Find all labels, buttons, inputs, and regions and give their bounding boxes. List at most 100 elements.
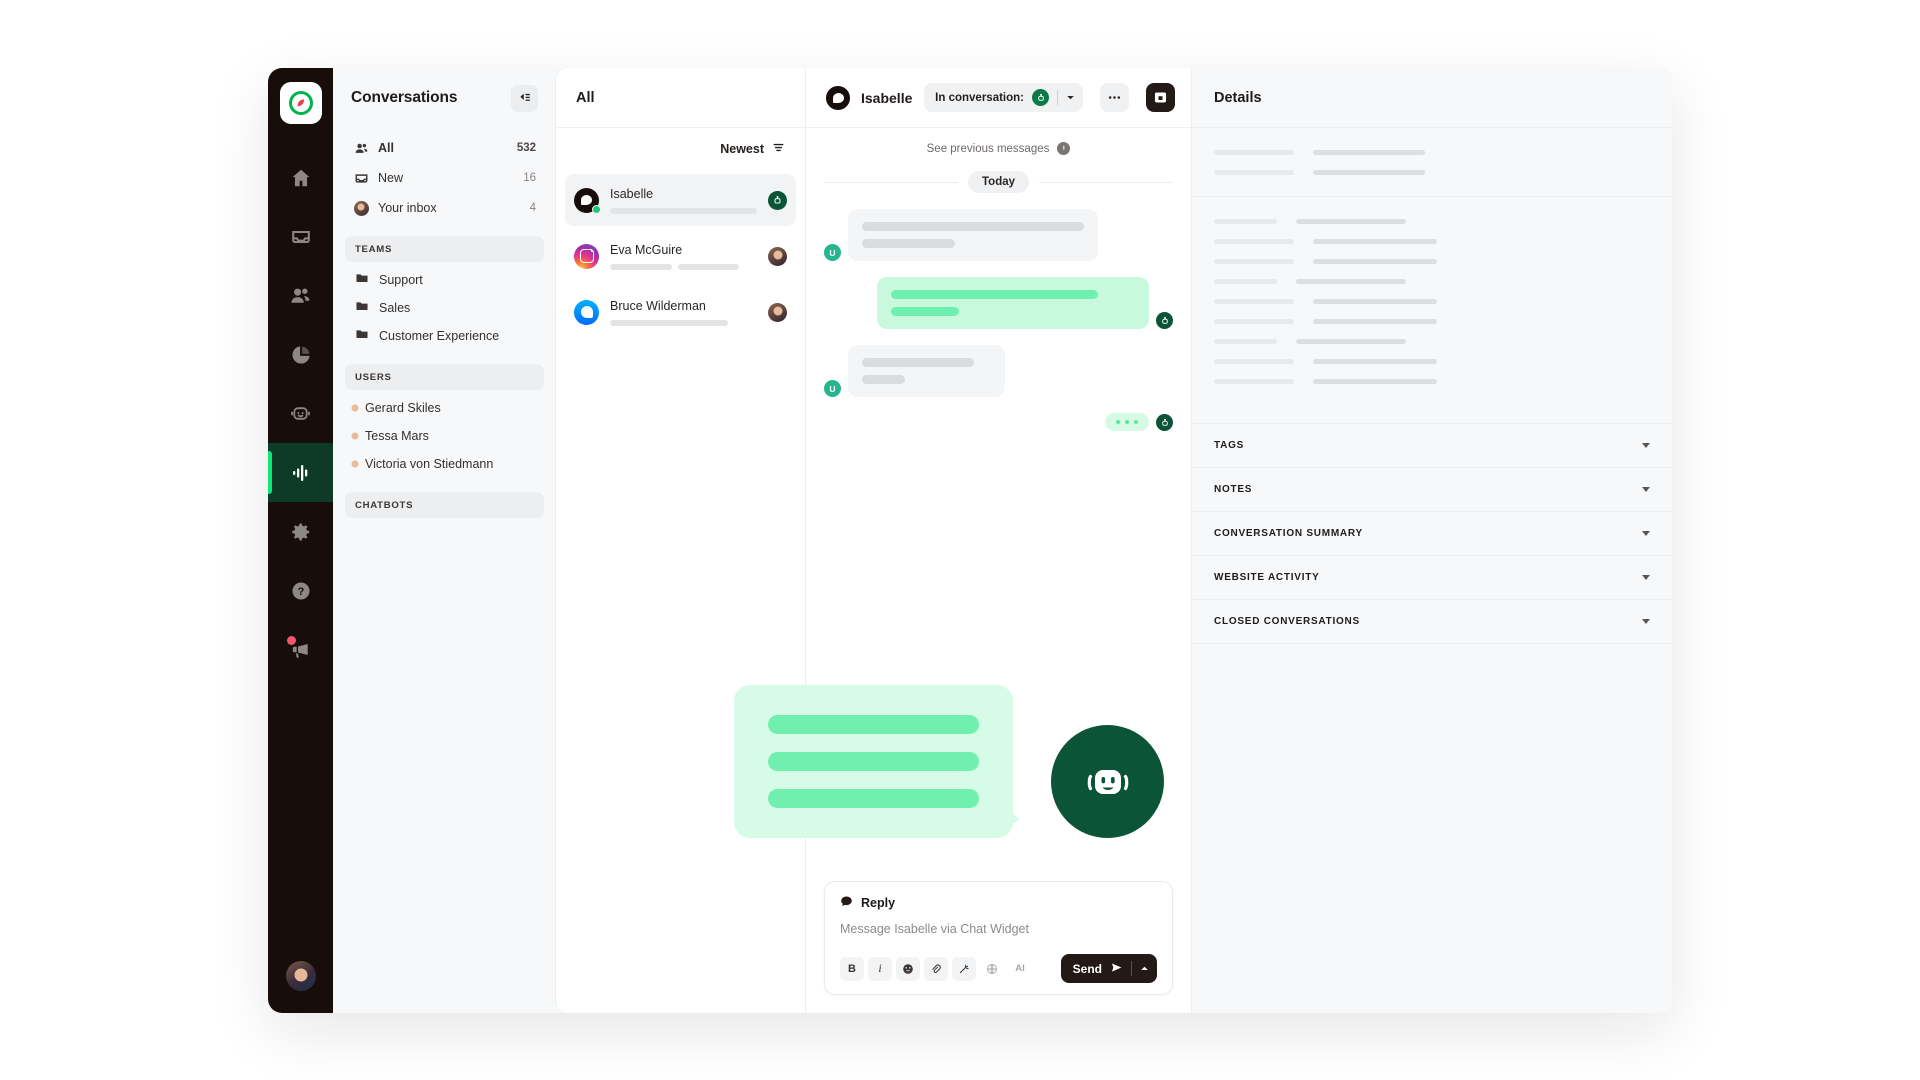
- chevron-down-icon: [1642, 531, 1650, 536]
- list-item[interactable]: Bruce Wilderman: [565, 286, 796, 338]
- rail-item-inbox[interactable]: [268, 207, 333, 266]
- user-avatar[interactable]: [285, 961, 316, 991]
- page-title: Conversations: [351, 89, 458, 106]
- clock-icon: [1057, 142, 1071, 155]
- sidebar-item-support[interactable]: Support: [345, 266, 544, 294]
- day-separator: Today: [824, 171, 1174, 193]
- details-section-website-activity[interactable]: WEBSITE ACTIVITY: [1192, 556, 1672, 600]
- agent-avatar-icon: [768, 246, 787, 266]
- reply-tab[interactable]: Reply: [840, 895, 1157, 911]
- details-section-tags[interactable]: TAGS: [1192, 424, 1672, 468]
- details-section-notes[interactable]: NOTES: [1192, 468, 1672, 512]
- archive-icon[interactable]: [1146, 83, 1175, 112]
- teams-header: TEAMS: [345, 236, 544, 262]
- message-bubble-incoming: [848, 209, 1098, 261]
- user-initial-avatar: U: [824, 380, 841, 397]
- rail-item-help[interactable]: ?: [268, 561, 333, 620]
- people-icon: [353, 140, 369, 156]
- list-item-name: Isabelle: [610, 186, 654, 201]
- rail-item-insights[interactable]: [268, 443, 333, 502]
- chevron-down-icon: [1642, 443, 1650, 448]
- rail-item-contacts[interactable]: [268, 266, 333, 325]
- rail-item-announcements[interactable]: [268, 620, 333, 679]
- bold-icon[interactable]: B: [840, 956, 864, 981]
- reply-tab-label: Reply: [861, 896, 896, 910]
- conversation-list-panel: All Newest Isabelle Eva McGuire Bruce Wi…: [556, 68, 806, 1013]
- conversations-sidebar: Conversations All 532 New 16 Your inbox …: [333, 68, 556, 1013]
- bot-icon: [1032, 89, 1049, 106]
- message-row-typing: [824, 413, 1173, 431]
- send-button[interactable]: Send: [1060, 954, 1157, 983]
- list-item[interactable]: Isabelle: [565, 174, 796, 226]
- messages-area: See previous messages Today U U: [806, 128, 1191, 881]
- sort-control[interactable]: Newest: [556, 128, 805, 170]
- chevron-up-icon[interactable]: [1140, 962, 1149, 976]
- details-row: [1214, 211, 1650, 231]
- magic-wand-icon[interactable]: [952, 956, 976, 981]
- sidebar-item-new[interactable]: New 16: [345, 164, 544, 192]
- folder-icon: [355, 327, 369, 346]
- attachment-icon[interactable]: [924, 956, 948, 981]
- chat-header: Isabelle In conversation:: [806, 68, 1191, 128]
- rail-item-analytics[interactable]: [268, 325, 333, 384]
- details-row: [1214, 331, 1650, 351]
- send-label: Send: [1072, 961, 1102, 976]
- sidebar-item-sales[interactable]: Sales: [345, 294, 544, 322]
- italic-icon[interactable]: i: [868, 956, 892, 981]
- messenger-icon: [574, 299, 599, 325]
- sidebar-item-victoria-von-stiedmann[interactable]: Victoria von Stiedmann: [345, 450, 544, 478]
- day-label: Today: [968, 171, 1030, 193]
- details-row: [1214, 251, 1650, 271]
- section-label: NOTES: [1214, 484, 1253, 495]
- collapse-panel-icon[interactable]: [511, 84, 538, 112]
- app-window: ? Conversations All 532 New 16 Your inbo…: [268, 68, 1672, 1013]
- reply-input[interactable]: Message Isabelle via Chat Widget: [840, 922, 1157, 936]
- details-top-block: [1192, 128, 1672, 197]
- rail-item-settings[interactable]: [268, 502, 333, 561]
- rail-item-home[interactable]: [268, 148, 333, 207]
- rail-item-chatbots[interactable]: [268, 384, 333, 443]
- see-previous-messages[interactable]: See previous messages: [824, 142, 1173, 155]
- list-item-preview: [610, 207, 757, 214]
- ai-icon[interactable]: AI: [1008, 957, 1032, 981]
- details-main-block: [1192, 197, 1672, 424]
- details-row: [1214, 351, 1650, 371]
- message-row: U: [824, 345, 1173, 397]
- sidebar-item-tessa-mars[interactable]: Tessa Mars: [345, 422, 544, 450]
- chat-contact-name: Isabelle: [861, 89, 913, 106]
- bot-avatar: [1156, 312, 1173, 329]
- conversation-items: Isabelle Eva McGuire Bruce Wilderman: [556, 170, 805, 346]
- icon-rail: ?: [268, 68, 333, 1013]
- message-row: [824, 277, 1173, 329]
- sort-label: Newest: [720, 142, 764, 156]
- agent-avatar-icon: [768, 302, 787, 322]
- translate-icon[interactable]: [980, 957, 1004, 981]
- sidebar-item-your-inbox[interactable]: Your inbox 4: [345, 194, 544, 222]
- emoji-icon[interactable]: [896, 956, 920, 981]
- send-arrow-icon: [1110, 961, 1123, 977]
- assignment-selector[interactable]: In conversation:: [924, 83, 1083, 112]
- section-label: TAGS: [1214, 440, 1245, 451]
- list-item[interactable]: Eva McGuire: [565, 230, 796, 282]
- details-section-conversation-summary[interactable]: CONVERSATION SUMMARY: [1192, 512, 1672, 556]
- assignment-label: In conversation:: [935, 91, 1024, 104]
- more-horizontal-icon[interactable]: [1100, 83, 1129, 112]
- tidio-logo-icon[interactable]: [279, 82, 322, 124]
- sidebar-item-label: All: [378, 141, 394, 155]
- list-item-preview: [610, 319, 728, 326]
- details-section-closed-conversations[interactable]: CLOSED CONVERSATIONS: [1192, 600, 1672, 644]
- details-row: [1214, 162, 1650, 182]
- reply-box: Reply Message Isabelle via Chat Widget B…: [824, 881, 1173, 995]
- section-label: WEBSITE ACTIVITY: [1214, 572, 1320, 583]
- sidebar-nav: All 532 New 16 Your inbox 4: [345, 134, 544, 222]
- sidebar-item-gerard-skiles[interactable]: Gerard Skiles: [345, 394, 544, 422]
- team-label: Sales: [379, 301, 411, 315]
- section-label: CLOSED CONVERSATIONS: [1214, 616, 1360, 627]
- users-header: USERS: [345, 364, 544, 390]
- message-bubble-outgoing: [877, 277, 1149, 329]
- sidebar-item-customer-experience[interactable]: Customer Experience: [345, 322, 544, 350]
- chat-widget-icon: [574, 187, 601, 214]
- sidebar-item-count: 532: [516, 142, 536, 154]
- sidebar-item-all[interactable]: All 532: [345, 134, 544, 162]
- bot-avatar: [1156, 414, 1173, 431]
